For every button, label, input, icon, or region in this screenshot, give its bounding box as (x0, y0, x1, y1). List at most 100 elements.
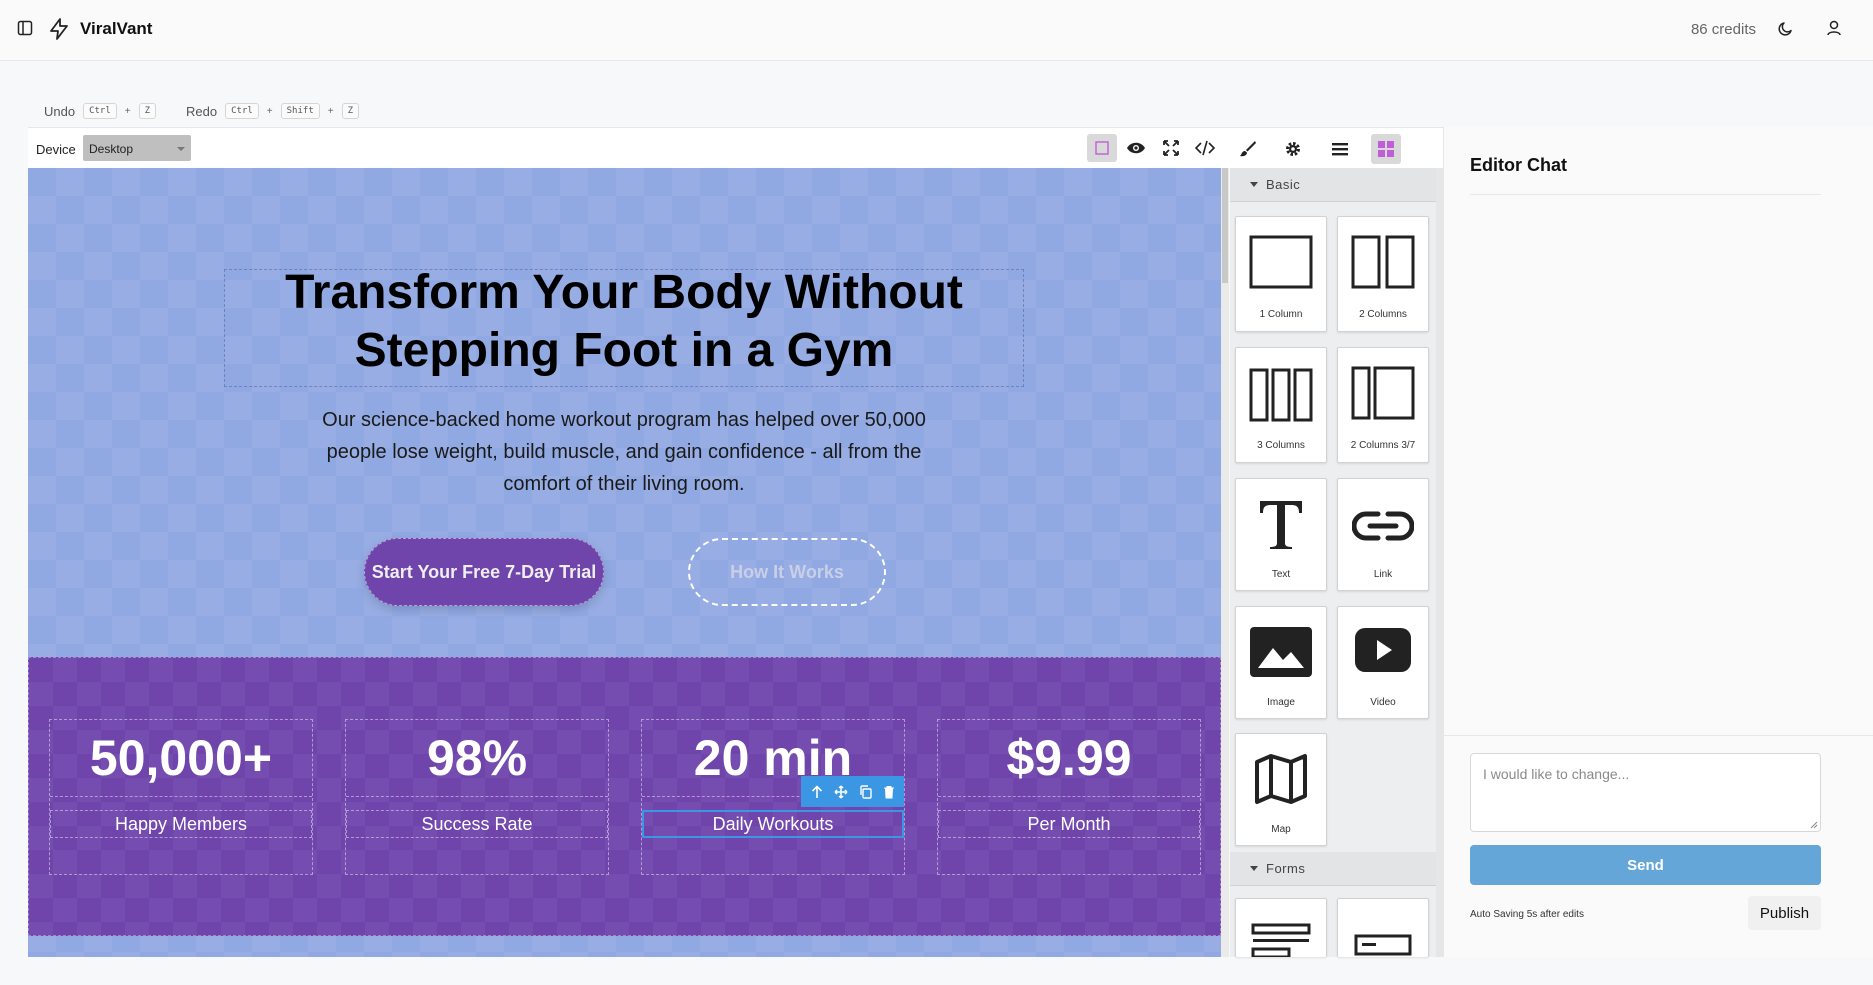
scrollbar-thumb[interactable] (1222, 168, 1228, 283)
map-icon (1255, 754, 1307, 804)
link-icon (1352, 511, 1414, 541)
selection-toolbar (801, 776, 904, 807)
history-shortcuts: Undo Ctrl + Z Redo Ctrl + Shift + Z (44, 101, 359, 121)
hamburger-icon (1332, 143, 1348, 156)
divider (1444, 735, 1873, 736)
send-button[interactable]: Send (1470, 845, 1821, 885)
code-icon (1195, 140, 1215, 156)
fullscreen-button[interactable] (1156, 134, 1186, 162)
eye-icon (1127, 142, 1145, 154)
block-label: Text (1271, 569, 1291, 580)
stat-value[interactable]: 98% (346, 720, 608, 797)
category-forms[interactable]: Forms (1230, 852, 1436, 886)
form-icon (1251, 923, 1311, 957)
settings-tab[interactable] (1278, 134, 1308, 164)
plus-sign: + (124, 105, 131, 117)
stats-section[interactable]: 50,000+ Happy Members 98% Success Rate 2… (28, 657, 1221, 936)
kbd-key: Ctrl (225, 103, 259, 119)
stat-label[interactable]: Happy Members (50, 810, 312, 838)
two-columns-icon (1351, 235, 1415, 289)
device-select[interactable]: Desktop (83, 135, 191, 161)
chat-input[interactable]: I would like to change... (1470, 753, 1821, 832)
moon-icon[interactable] (1777, 20, 1794, 37)
sw-visibility-button[interactable] (1087, 134, 1117, 162)
blocks-tab[interactable] (1371, 134, 1401, 164)
block-label: 3 Columns (1257, 440, 1305, 451)
trash-icon[interactable] (883, 785, 895, 799)
layers-tab[interactable] (1325, 134, 1355, 164)
block-label: 2 Columns (1359, 309, 1407, 320)
resize-handle-icon[interactable] (1810, 821, 1818, 829)
copy-icon[interactable] (859, 784, 872, 799)
publish-button[interactable]: Publish (1748, 896, 1821, 930)
kbd-key: Shift (280, 103, 320, 119)
two-columns-3-7-icon (1351, 366, 1415, 420)
chat-input-placeholder: I would like to change... (1483, 766, 1630, 782)
category-title: Forms (1266, 861, 1306, 876)
chevron-down-icon (177, 147, 185, 151)
category-basic[interactable]: Basic (1230, 168, 1436, 202)
code-button[interactable] (1190, 134, 1220, 162)
move-icon[interactable] (833, 784, 848, 799)
preview-button[interactable] (1121, 134, 1151, 162)
credits-count: 86 credits (1690, 21, 1756, 38)
editor-canvas[interactable]: Transform Your Body Without Stepping Foo… (28, 168, 1221, 957)
canvas-scrollbar[interactable] (1221, 168, 1229, 957)
video-icon (1355, 628, 1411, 672)
one-column-icon (1249, 235, 1313, 289)
stat-value[interactable]: $9.99 (938, 720, 1200, 797)
redo-button[interactable]: Redo (186, 104, 217, 119)
block-text[interactable]: Text (1235, 478, 1327, 591)
stat-label[interactable]: Per Month (938, 810, 1200, 838)
category-title: Basic (1266, 177, 1301, 192)
undo-button[interactable]: Undo (44, 104, 75, 119)
block-3-columns[interactable]: 3 Columns (1235, 347, 1327, 463)
start-trial-button[interactable]: Start Your Free 7-Day Trial (364, 538, 604, 606)
hero-subtext[interactable]: Our science-backed home workout program … (320, 404, 928, 500)
grid-blocks-icon (1378, 141, 1394, 157)
input-icon (1354, 934, 1412, 956)
style-manager-tab[interactable] (1232, 134, 1262, 164)
caret-down-icon (1250, 182, 1258, 187)
block-label: Map (1271, 824, 1291, 835)
block-link[interactable]: Link (1337, 478, 1429, 591)
top-bar: ViralVant 86 credits (0, 0, 1873, 61)
three-columns-icon (1249, 368, 1313, 422)
lightning-logo-icon (48, 17, 70, 41)
device-select-value: Desktop (89, 142, 134, 156)
how-it-works-button[interactable]: How It Works (688, 538, 886, 606)
app-title[interactable]: ViralVant (80, 19, 152, 39)
stat-card[interactable]: 98% Success Rate (345, 719, 609, 875)
text-icon (1260, 501, 1302, 549)
hero-headline[interactable]: Transform Your Body Without Stepping Foo… (224, 264, 1024, 380)
arrow-up-icon[interactable] (811, 784, 823, 799)
block-input[interactable] (1337, 898, 1429, 957)
sw-visibility-icon (1095, 141, 1109, 155)
user-icon[interactable] (1825, 19, 1843, 37)
sidebar-toggle-icon[interactable] (17, 20, 33, 36)
block-1-column[interactable]: 1 Column (1235, 216, 1327, 332)
block-map[interactable]: Map (1235, 733, 1327, 846)
stat-card[interactable]: $9.99 Per Month (937, 719, 1201, 875)
device-label: Device (36, 142, 76, 157)
editor-chat-panel: Editor Chat I would like to change... Se… (1443, 127, 1873, 957)
paintbrush-icon (1240, 141, 1256, 157)
autosave-status: Auto Saving 5s after edits (1470, 909, 1584, 920)
block-form[interactable] (1235, 898, 1327, 957)
kbd-key: Ctrl (83, 103, 117, 119)
block-2-columns[interactable]: 2 Columns (1337, 216, 1429, 332)
image-icon (1250, 627, 1312, 677)
kbd-key: Z (138, 103, 157, 119)
stat-label[interactable]: Success Rate (346, 810, 608, 838)
caret-down-icon (1250, 866, 1258, 871)
block-2-columns-3-7[interactable]: 2 Columns 3/7 (1337, 347, 1429, 463)
fullscreen-icon (1163, 140, 1179, 156)
panel-scrollbar[interactable] (1436, 168, 1443, 957)
stat-label-selected[interactable]: Daily Workouts (642, 810, 904, 838)
stat-value[interactable]: 50,000+ (50, 720, 312, 797)
block-image[interactable]: Image (1235, 606, 1327, 719)
block-label: 2 Columns 3/7 (1350, 440, 1416, 451)
block-label: 1 Column (1259, 309, 1303, 320)
stat-card[interactable]: 50,000+ Happy Members (49, 719, 313, 875)
block-video[interactable]: Video (1337, 606, 1429, 719)
